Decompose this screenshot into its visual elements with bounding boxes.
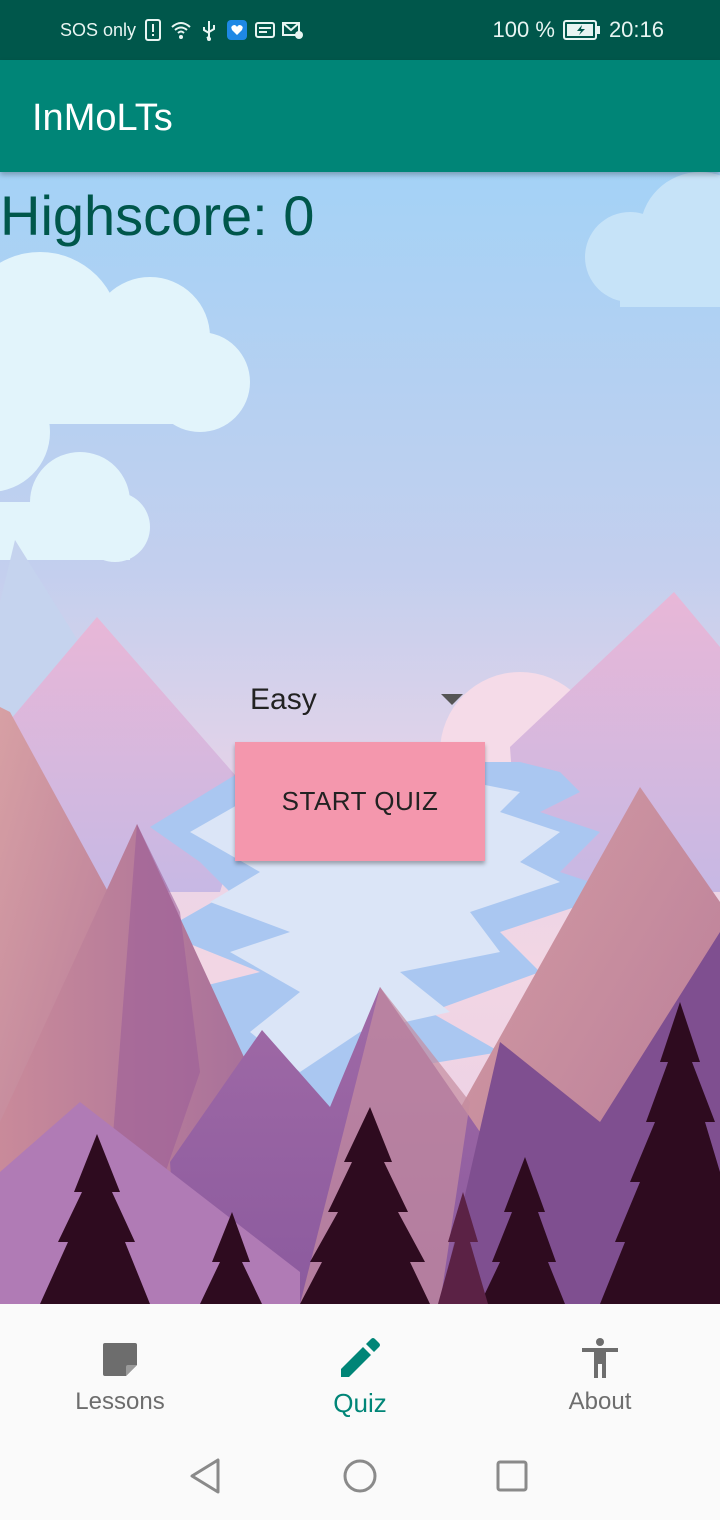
highscore-label: Highscore: <box>0 184 284 247</box>
highscore-text: Highscore: 0 <box>0 182 314 250</box>
nav-item-about[interactable]: About <box>480 1304 720 1432</box>
battery-icon <box>562 20 600 40</box>
pencil-icon <box>341 1338 380 1377</box>
battery-percentage: 100 % <box>492 17 555 42</box>
difficulty-selected: Easy <box>250 683 317 716</box>
nav-item-lessons[interactable]: Lessons <box>0 1304 240 1432</box>
home-icon[interactable] <box>340 1456 380 1496</box>
status-left: SOS only <box>60 0 304 60</box>
quiz-screen: Highscore: 0 Easy START QUIZ <box>0 172 720 1304</box>
nav-label-quiz: Quiz <box>333 1388 387 1418</box>
accessibility-icon <box>582 1338 618 1378</box>
difficulty-dropdown[interactable]: Easy <box>235 672 485 728</box>
usb-icon <box>203 21 216 41</box>
dropdown-arrow-icon <box>441 694 463 705</box>
highscore-value: 0 <box>283 184 315 247</box>
recents-icon[interactable] <box>492 1456 532 1496</box>
book-icon <box>103 1343 137 1376</box>
status-bar: SOS only 100 % 20:16 <box>0 0 720 60</box>
health-icon <box>227 20 248 40</box>
back-icon[interactable] <box>186 1456 226 1496</box>
status-right: 100 % 20:16 <box>493 0 664 60</box>
nav-label-about: About <box>568 1388 632 1415</box>
carrier-text: SOS only <box>60 19 137 40</box>
notification-icon <box>255 22 276 38</box>
system-navigation-bar <box>0 1432 720 1520</box>
mail-settings-icon <box>282 22 304 39</box>
nav-item-quiz[interactable]: Quiz <box>240 1304 480 1432</box>
bottom-navigation: Lessons Quiz About <box>0 1304 720 1432</box>
app-title: InMoLTs <box>32 97 173 139</box>
wifi-icon <box>171 22 191 39</box>
alert-icon <box>145 19 162 41</box>
app-bar: InMoLTs <box>0 60 720 172</box>
start-quiz-button[interactable]: START QUIZ <box>235 742 485 861</box>
clock: 20:16 <box>608 17 664 42</box>
nav-label-lessons: Lessons <box>75 1388 165 1415</box>
mountain-background-illustration <box>0 172 720 1304</box>
